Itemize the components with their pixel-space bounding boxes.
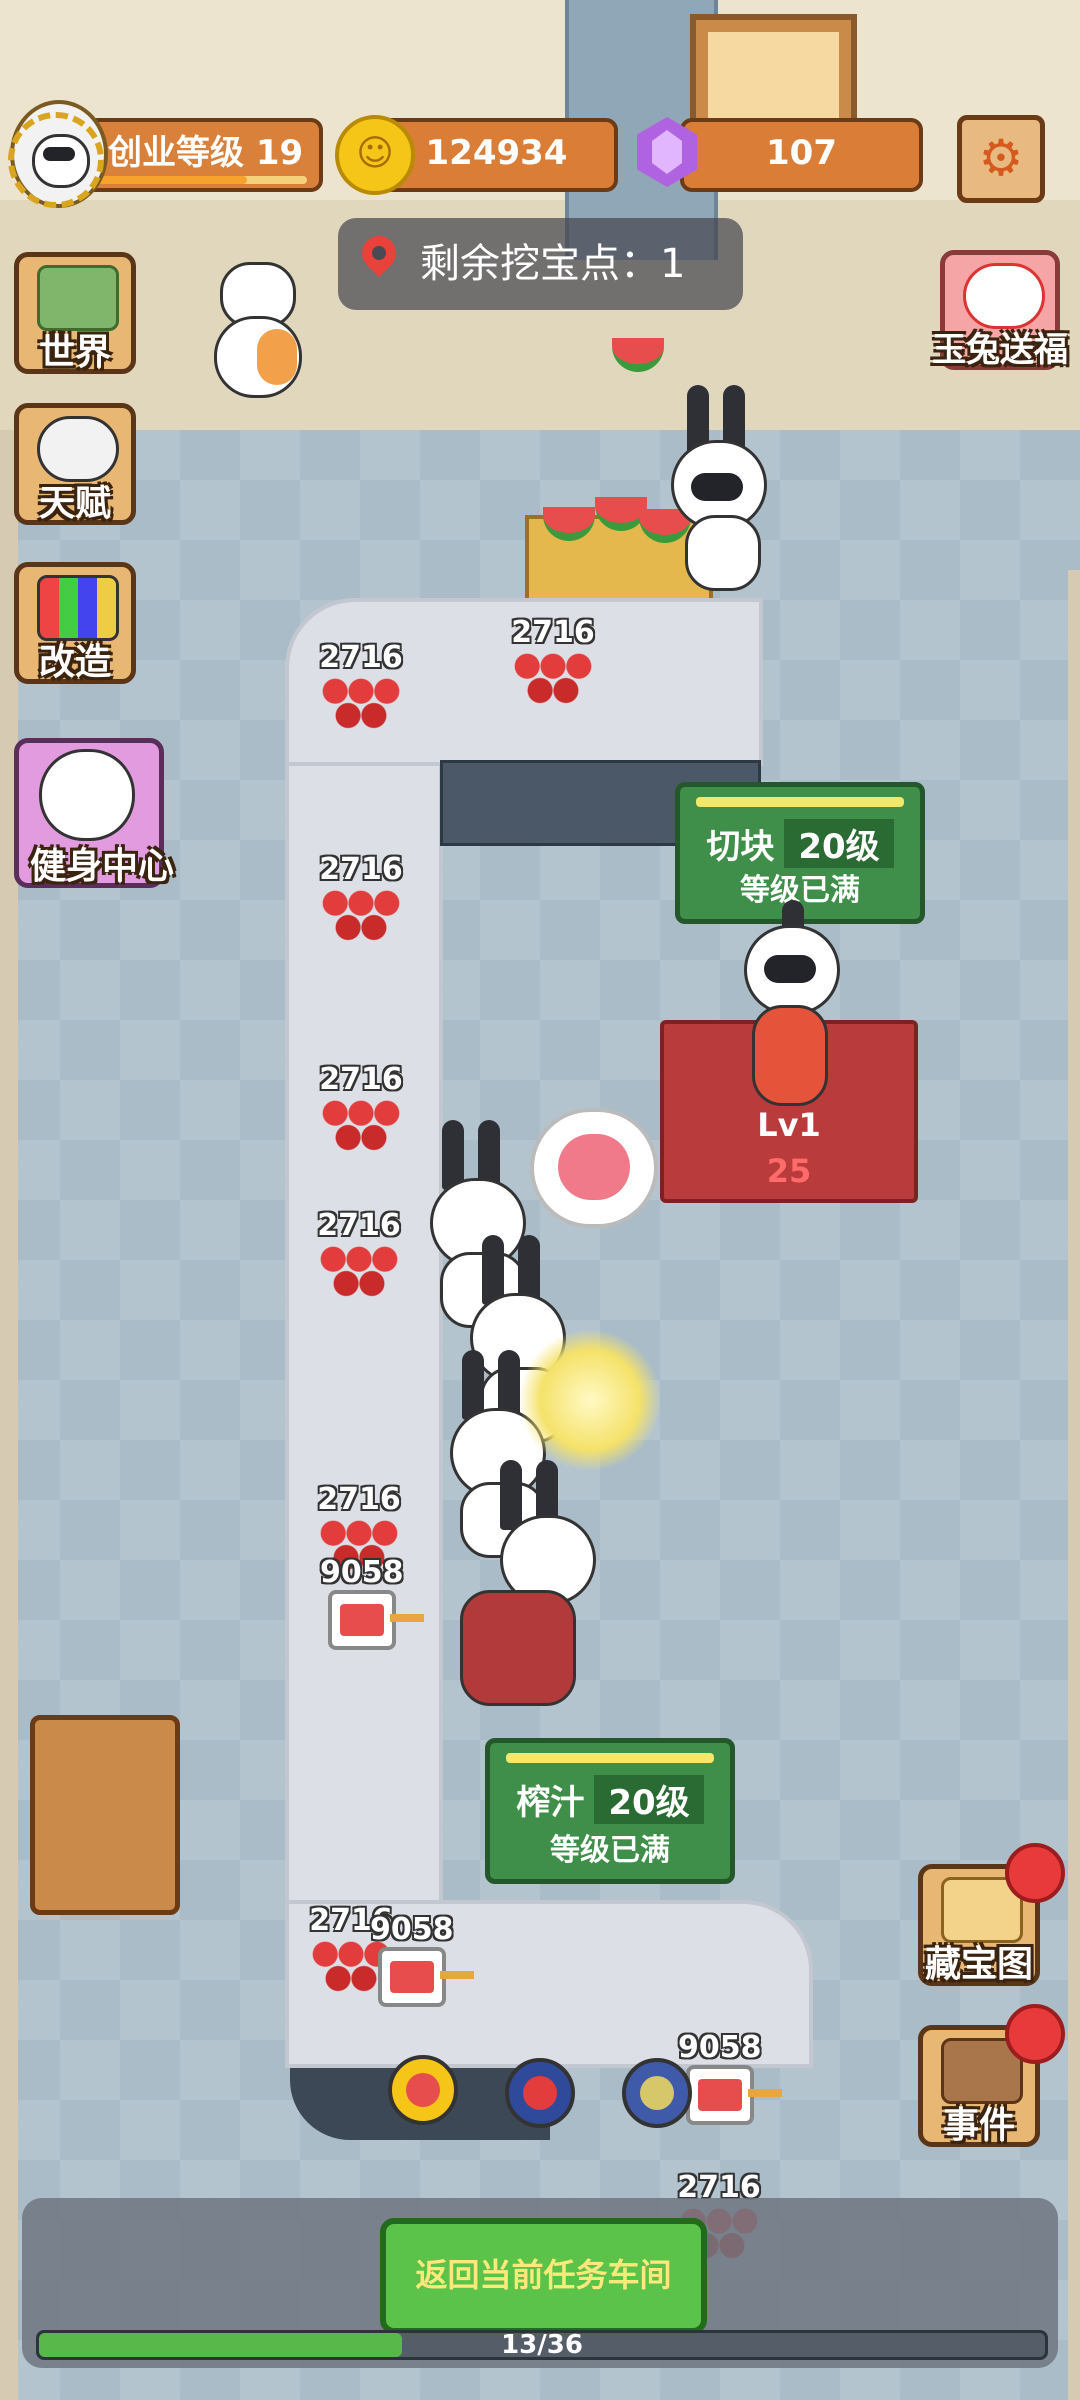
product-cube-icon (318, 675, 404, 729)
product-cube-icon (316, 1243, 402, 1297)
cat-decoration (210, 262, 302, 398)
player-avatar[interactable] (8, 100, 108, 208)
level-progress (94, 176, 307, 184)
talent-button[interactable]: 天赋 (14, 403, 136, 525)
stack-count: 9058 (678, 2030, 762, 2065)
dig-points-label: 剩余挖宝点：1 (420, 241, 686, 287)
notification-badge (1005, 1843, 1065, 1903)
stack-count: 9058 (370, 1912, 454, 1947)
right-wall (1068, 570, 1080, 2400)
gym-button[interactable]: 健身中心 (14, 738, 174, 888)
product-juice-icon[interactable] (622, 2058, 692, 2128)
gem-amount: 107 (766, 133, 837, 173)
gear-icon: ⚙ (978, 129, 1024, 187)
gem-balance[interactable]: 107 (680, 118, 923, 192)
location-pin-icon (358, 236, 400, 290)
map-icon (37, 265, 119, 331)
product-cube-icon (318, 1097, 404, 1151)
task-progress-bar: 13/36 (36, 2330, 1048, 2360)
rabbit-gift-icon (963, 263, 1045, 329)
juice-stack[interactable]: 9058 (370, 1912, 474, 2007)
product-stack[interactable]: 2716 (318, 1062, 404, 1151)
gym-label: 健身中心 (29, 846, 174, 887)
stack-count: 2716 (319, 1062, 403, 1097)
product-stack[interactable]: 2716 (316, 1208, 402, 1297)
stack-count: 9058 (320, 1555, 404, 1590)
station-level: 20级 (784, 819, 894, 868)
stand-level: Lv1 (757, 1106, 821, 1144)
wooden-door (30, 1715, 180, 1915)
events-button[interactable]: 事件 (918, 2004, 1065, 2147)
left-wall (0, 430, 18, 2400)
bunny-weightlifter-icon (39, 749, 135, 841)
product-cube-icon[interactable] (388, 2055, 458, 2125)
product-cube-icon (318, 887, 404, 941)
bunny-face-icon (32, 134, 90, 188)
events-label: 事件 (942, 2105, 1015, 2146)
station-status: 等级已满 (550, 1833, 670, 1868)
product-cube-icon[interactable] (505, 2058, 575, 2128)
talent-label: 天赋 (38, 483, 111, 524)
dig-points-banner: 剩余挖宝点：1 (338, 218, 743, 310)
treasure-map-label: 藏宝图 (924, 1944, 1033, 1985)
treasure-map-button[interactable]: 藏宝图 (918, 1843, 1065, 1986)
business-level-label: 创业等级 19 (108, 133, 304, 173)
product-juice-icon (327, 1590, 424, 1650)
station-name: 榨汁 (516, 1783, 585, 1823)
reform-button[interactable]: 改造 (14, 562, 136, 684)
world-button[interactable]: 世界 (14, 252, 136, 374)
back-wall (0, 0, 1080, 430)
station-name: 切块 (706, 827, 775, 867)
product-stack[interactable]: 2716 (318, 640, 404, 729)
juice-stack[interactable]: 9058 (678, 2030, 782, 2125)
bunny-cap-icon (37, 416, 119, 482)
stack-count: 2716 (317, 1208, 401, 1243)
product-stack[interactable]: 2716 (318, 852, 404, 941)
conveyor-belt-left (285, 598, 443, 2026)
stack-count: 2716 (511, 615, 595, 650)
coin-amount: 124934 (425, 133, 568, 173)
gem-icon (632, 112, 702, 192)
product-juice-icon (685, 2065, 782, 2125)
product-stack[interactable]: 2716 (510, 615, 596, 704)
stand-value: 25 (766, 1152, 812, 1190)
reform-label: 改造 (38, 642, 111, 683)
product-juice-icon (377, 1947, 474, 2007)
notification-badge (1005, 2004, 1065, 2064)
juice-station-panel[interactable]: 榨汁 20级 等级已满 (485, 1738, 735, 1884)
stack-count: 2716 (319, 852, 403, 887)
jade-rabbit-label: 玉兔送福 (932, 330, 1068, 370)
juice-stack[interactable]: 9058 (320, 1555, 424, 1650)
product-cube-icon (510, 650, 596, 704)
stack-count: 2716 (319, 640, 403, 675)
paint-roller-icon (37, 575, 119, 641)
stack-count: 2716 (317, 1482, 401, 1517)
settings-button[interactable]: ⚙ (957, 115, 1045, 203)
task-progress-text: 13/36 (501, 2330, 583, 2360)
world-label: 世界 (38, 332, 111, 373)
tired-emote-bubble (530, 1108, 658, 1228)
return-to-workshop-button[interactable]: 返回当前任务车间 (380, 2218, 707, 2334)
sparkle-effect (520, 1330, 660, 1470)
jade-rabbit-button[interactable]: 玉兔送福 (932, 250, 1068, 370)
station-level: 20级 (594, 1775, 704, 1824)
coin-icon: ☺ (335, 115, 415, 195)
